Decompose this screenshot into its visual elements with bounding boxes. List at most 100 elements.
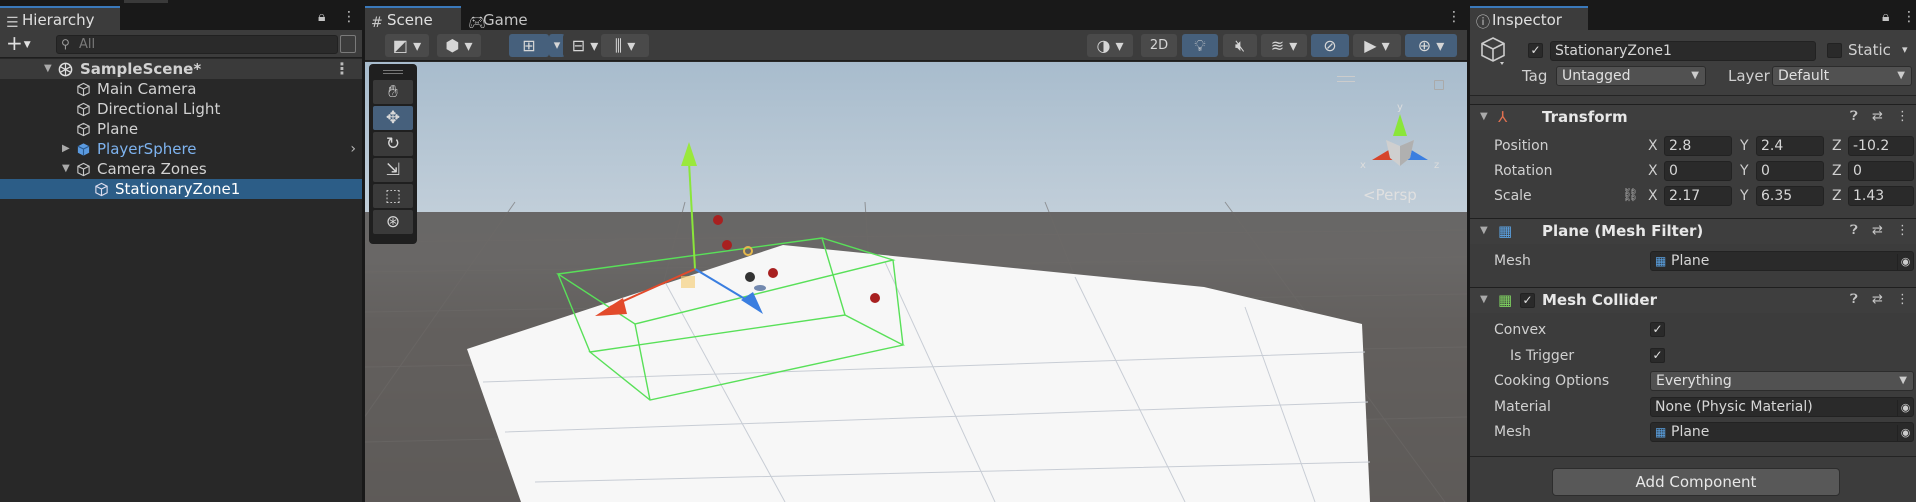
hierarchy-item-main-camera[interactable]: Main Camera <box>0 79 362 99</box>
cooking-options-value: Everything <box>1656 373 1732 389</box>
effects-toggle-button[interactable]: ≋ ▾ <box>1261 34 1307 57</box>
projection-toggle[interactable]: <Persp <box>1363 186 1417 204</box>
expand-arrow-icon[interactable]: ▼ <box>62 159 70 179</box>
tab-inspector-label: Inspector <box>1492 11 1562 29</box>
tag-dropdown[interactable]: Untagged ▼ <box>1556 66 1706 86</box>
axis-z-label: Z <box>1832 163 1842 179</box>
gizmos-button[interactable]: ⊕ ▾ <box>1405 34 1457 57</box>
position-y-field[interactable]: 2.4 <box>1756 136 1824 156</box>
add-component-button[interactable]: Add Component <box>1552 468 1840 496</box>
rect-tool-icon[interactable]: ⬚ <box>373 184 413 208</box>
scene-render[interactable]: y x z <box>365 62 1467 502</box>
hierarchy-search-input[interactable]: ⚲ All <box>56 35 338 54</box>
viewport-menu-icon[interactable] <box>1337 76 1355 82</box>
hierarchy-item-plane[interactable]: Plane <box>0 119 362 139</box>
shading-mode-button[interactable]: ⬢ ▾ <box>437 34 481 57</box>
transform-tool-icon[interactable]: ⊛ <box>373 210 413 234</box>
mesh-filter-component-header[interactable]: ▼ ▦ Plane (Mesh Filter) ❓︎ ⇄ ⋮ <box>1470 218 1916 244</box>
caret-down-icon: ▼ <box>1897 70 1905 81</box>
fold-arrow-icon[interactable]: ▼ <box>1480 294 1488 305</box>
object-name-field[interactable]: StationaryZone1 <box>1550 41 1816 61</box>
more-vertical-icon[interactable]: ⋮ <box>1902 9 1916 25</box>
component-more-icon[interactable]: ⋮ <box>1896 109 1909 124</box>
tab-game[interactable]: 🎮︎ Game <box>461 6 561 31</box>
mesh-collider-enabled-checkbox[interactable]: ✓ <box>1520 293 1535 308</box>
hierarchy-item-label: Plane <box>97 120 139 138</box>
orientation-button[interactable]: ◑ ▾ <box>1087 34 1133 57</box>
more-vertical-icon[interactable]: ⋮ <box>1447 9 1461 25</box>
add-object-button[interactable]: +▼ <box>6 33 31 55</box>
transform-component-header[interactable]: ▼ ⅄ Transform ❓︎ ⇄ ⋮ <box>1470 104 1916 130</box>
draw-mode-button[interactable]: ◩ ▾ <box>385 34 429 57</box>
is-trigger-checkbox[interactable]: ✓ <box>1650 348 1665 363</box>
help-icon[interactable]: ❓︎ <box>1850 223 1858 238</box>
hierarchy-item-player-sphere[interactable]: ▶ PlayerSphere › <box>0 139 362 159</box>
hidden-objects-toggle-button[interactable]: ⊘ <box>1311 34 1349 57</box>
rotate-tool-icon[interactable]: ↻ <box>373 132 413 156</box>
hierarchy-item-stationary-zone1[interactable]: StationaryZone1 <box>0 179 362 199</box>
layer-dropdown[interactable]: Default ▼ <box>1772 66 1912 86</box>
hierarchy-tree: ▼ SampleScene* ⋮ Main Camera Directional… <box>0 59 362 199</box>
hierarchy-item-directional-light[interactable]: Directional Light <box>0 99 362 119</box>
cooking-options-dropdown[interactable]: Everything ▼ <box>1650 371 1914 391</box>
object-picker-icon[interactable]: ◉ <box>1897 400 1913 416</box>
camera-settings-button[interactable]: ▶︎ ▾ <box>1353 34 1401 57</box>
scene-viewport[interactable]: y x z ✋︎ ✥ ↻ ⇲ ⬚ ⊛ <Persp <box>365 62 1467 502</box>
more-vertical-icon[interactable]: ⋮ <box>342 9 356 25</box>
convex-label: Convex <box>1494 322 1547 338</box>
audio-toggle-button[interactable]: 🔇︎ <box>1223 34 1257 57</box>
active-checkbox[interactable]: ✓ <box>1528 43 1543 58</box>
tab-scene[interactable]: # Scene <box>365 6 461 31</box>
presets-icon[interactable]: ⇄ <box>1872 292 1883 307</box>
rotation-z-field[interactable]: 0 <box>1848 161 1914 181</box>
tab-hierarchy[interactable]: ☰ Hierarchy <box>0 6 120 31</box>
static-checkbox[interactable] <box>1827 43 1842 58</box>
expand-arrow-icon[interactable]: ▼ <box>44 59 52 79</box>
toggle-2d-button[interactable]: 2D <box>1141 34 1177 57</box>
constrain-proportions-icon[interactable]: ⛓︎ <box>1622 186 1639 206</box>
fold-arrow-icon[interactable]: ▼ <box>1480 225 1488 236</box>
scale-tool-icon[interactable]: ⇲ <box>373 158 413 182</box>
presets-icon[interactable]: ⇄ <box>1872 109 1883 124</box>
search-by-type-button[interactable] <box>340 35 356 53</box>
object-picker-icon[interactable]: ◉ <box>1897 425 1913 441</box>
scale-z-value: 1.43 <box>1853 188 1885 204</box>
material-field[interactable]: None (Physic Material) ◉ <box>1650 397 1914 417</box>
lighting-toggle-button[interactable]: 💡︎ <box>1182 34 1218 57</box>
scene-row[interactable]: ▼ SampleScene* ⋮ <box>0 59 362 79</box>
scale-z-field[interactable]: 1.43 <box>1848 186 1914 206</box>
object-picker-icon[interactable]: ◉ <box>1897 254 1913 270</box>
tab-inspector[interactable]: ⓘ Inspector <box>1470 6 1588 31</box>
scene-more-icon[interactable]: ⋮ <box>334 59 350 79</box>
position-x-field[interactable]: 2.8 <box>1664 136 1732 156</box>
position-z-field[interactable]: -10.2 <box>1848 136 1914 156</box>
lock-icon[interactable]: 🔒︎ <box>1882 9 1889 25</box>
grip-handle[interactable] <box>383 70 403 74</box>
tag-value: Untagged <box>1562 68 1631 84</box>
caret-down-icon[interactable]: ▾ <box>1902 40 1908 60</box>
hand-tool-icon[interactable]: ✋︎ <box>373 80 413 104</box>
lock-icon[interactable]: 🔒︎ <box>318 9 325 25</box>
grid-snapping-button[interactable]: ⊞ <box>509 34 549 57</box>
collider-mesh-field[interactable]: ▦ Plane ◉ <box>1650 422 1914 442</box>
component-more-icon[interactable]: ⋮ <box>1896 223 1909 238</box>
rotation-y-field[interactable]: 0 <box>1756 161 1824 181</box>
scale-y-field[interactable]: 6.35 <box>1756 186 1824 206</box>
collider-mesh-label: Mesh <box>1494 424 1531 440</box>
move-tool-icon[interactable]: ✥ <box>373 106 413 130</box>
convex-checkbox[interactable]: ✓ <box>1650 322 1665 337</box>
hierarchy-item-camera-zones[interactable]: ▼ Camera Zones <box>0 159 362 179</box>
rotation-x-field[interactable]: 0 <box>1664 161 1732 181</box>
fold-arrow-icon[interactable]: ▼ <box>1480 111 1488 122</box>
chevron-right-icon[interactable]: › <box>350 139 356 159</box>
help-icon[interactable]: ❓︎ <box>1850 292 1858 307</box>
grid-visibility-button[interactable]: ⫼ ▾ <box>601 34 649 57</box>
mesh-filter-mesh-field[interactable]: ▦ Plane ◉ <box>1650 251 1914 271</box>
component-more-icon[interactable]: ⋮ <box>1896 292 1909 307</box>
presets-icon[interactable]: ⇄ <box>1872 223 1883 238</box>
expand-arrow-icon[interactable]: ▶ <box>62 139 70 159</box>
help-icon[interactable]: ❓︎ <box>1850 109 1858 124</box>
gizmo-lock-icon[interactable] <box>1434 80 1444 90</box>
scale-x-field[interactable]: 2.17 <box>1664 186 1732 206</box>
mesh-collider-component-header[interactable]: ▼ ▦ ✓ Mesh Collider ❓︎ ⇄ ⋮ <box>1470 287 1916 313</box>
